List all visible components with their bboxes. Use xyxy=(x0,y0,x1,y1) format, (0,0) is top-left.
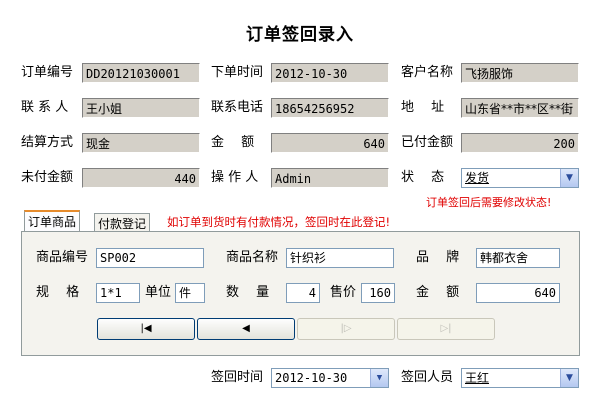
unpaid-label: 未付金额 xyxy=(21,170,74,185)
next-record-button[interactable]: |▷ xyxy=(297,318,395,340)
contact-label: 联 系 人 xyxy=(21,100,69,115)
spec-label: 规 格 xyxy=(36,285,80,300)
unit-input[interactable]: 件 xyxy=(175,283,205,303)
first-record-button[interactable]: |◀ xyxy=(97,318,195,340)
operator-field[interactable]: Admin xyxy=(271,168,389,188)
product-name-label: 商品名称 xyxy=(226,250,279,265)
order-no-field[interactable]: DD20121030001 xyxy=(82,63,200,83)
spec-input[interactable]: 1*1 xyxy=(96,283,140,303)
customer-label: 客户名称 xyxy=(401,65,454,80)
order-no-label: 订单编号 xyxy=(21,65,74,80)
sign-time-value: 2012-10-30 xyxy=(275,371,348,385)
order-time-label: 下单时间 xyxy=(211,65,264,80)
product-amount-input[interactable]: 640 xyxy=(476,283,560,303)
product-code-label: 商品编号 xyxy=(36,250,89,265)
qty-input[interactable]: 4 xyxy=(286,283,320,303)
chevron-down-icon[interactable]: ▼ xyxy=(560,369,578,387)
unpaid-field[interactable]: 440 xyxy=(82,168,200,188)
sign-time-label: 签回时间 xyxy=(211,370,264,385)
prev-record-button[interactable]: ◀ xyxy=(197,318,295,340)
sign-person-value: 王红 xyxy=(465,371,490,385)
amount-field[interactable]: 640 xyxy=(271,133,389,153)
status-note: 订单签回后需要修改状态! xyxy=(426,196,552,209)
sign-person-select[interactable]: 王红 ▼ xyxy=(461,368,579,388)
phone-field[interactable]: 18654256952 xyxy=(271,98,389,118)
status-value: 发货 xyxy=(465,171,490,185)
settle-field[interactable]: 现金 xyxy=(82,133,200,153)
brand-label: 品 牌 xyxy=(416,250,460,265)
last-record-button[interactable]: ▷| xyxy=(397,318,495,340)
product-amount-label: 金 额 xyxy=(416,285,460,300)
sign-time-select[interactable]: 2012-10-30 ▼ xyxy=(271,368,389,388)
last-icon: ▷| xyxy=(440,323,452,334)
operator-label: 操 作 人 xyxy=(211,170,259,185)
customer-field[interactable]: 飞扬服饰 xyxy=(461,63,579,83)
tab-order-products[interactable]: 订单商品 xyxy=(24,210,81,232)
next-icon: |▷ xyxy=(340,323,352,334)
status-select[interactable]: 发货 ▼ xyxy=(461,168,579,188)
address-field[interactable]: 山东省**市**区**街 xyxy=(461,98,579,118)
sign-person-label: 签回人员 xyxy=(401,370,454,385)
tab-payment[interactable]: 付款登记 xyxy=(94,213,151,233)
settle-label: 结算方式 xyxy=(21,135,74,150)
address-label: 地 址 xyxy=(401,100,445,115)
paid-label: 已付金额 xyxy=(401,135,454,150)
paid-field[interactable]: 200 xyxy=(461,133,579,153)
brand-input[interactable]: 韩都衣舍 xyxy=(476,248,560,268)
unit-label: 单位 xyxy=(145,285,172,300)
amount-label: 金 额 xyxy=(211,135,255,150)
price-label: 售价 xyxy=(330,285,357,300)
chevron-down-icon[interactable]: ▼ xyxy=(560,169,578,187)
chevron-down-icon[interactable]: ▼ xyxy=(370,369,388,387)
price-input[interactable]: 160 xyxy=(361,283,395,303)
product-code-input[interactable]: SP002 xyxy=(96,248,204,268)
product-name-input[interactable]: 针织衫 xyxy=(286,248,394,268)
qty-label: 数 量 xyxy=(226,285,270,300)
phone-label: 联系电话 xyxy=(211,100,264,115)
status-label: 状 态 xyxy=(401,170,445,185)
order-time-field[interactable]: 2012-10-30 xyxy=(271,63,389,83)
prev-icon: ◀ xyxy=(242,323,250,334)
first-icon: |◀ xyxy=(140,323,152,334)
page-title: 订单签回录入 xyxy=(246,25,354,45)
contact-field[interactable]: 王小姐 xyxy=(82,98,200,118)
payment-note: 如订单到货时有付款情况，签回时在此登记! xyxy=(167,215,391,229)
